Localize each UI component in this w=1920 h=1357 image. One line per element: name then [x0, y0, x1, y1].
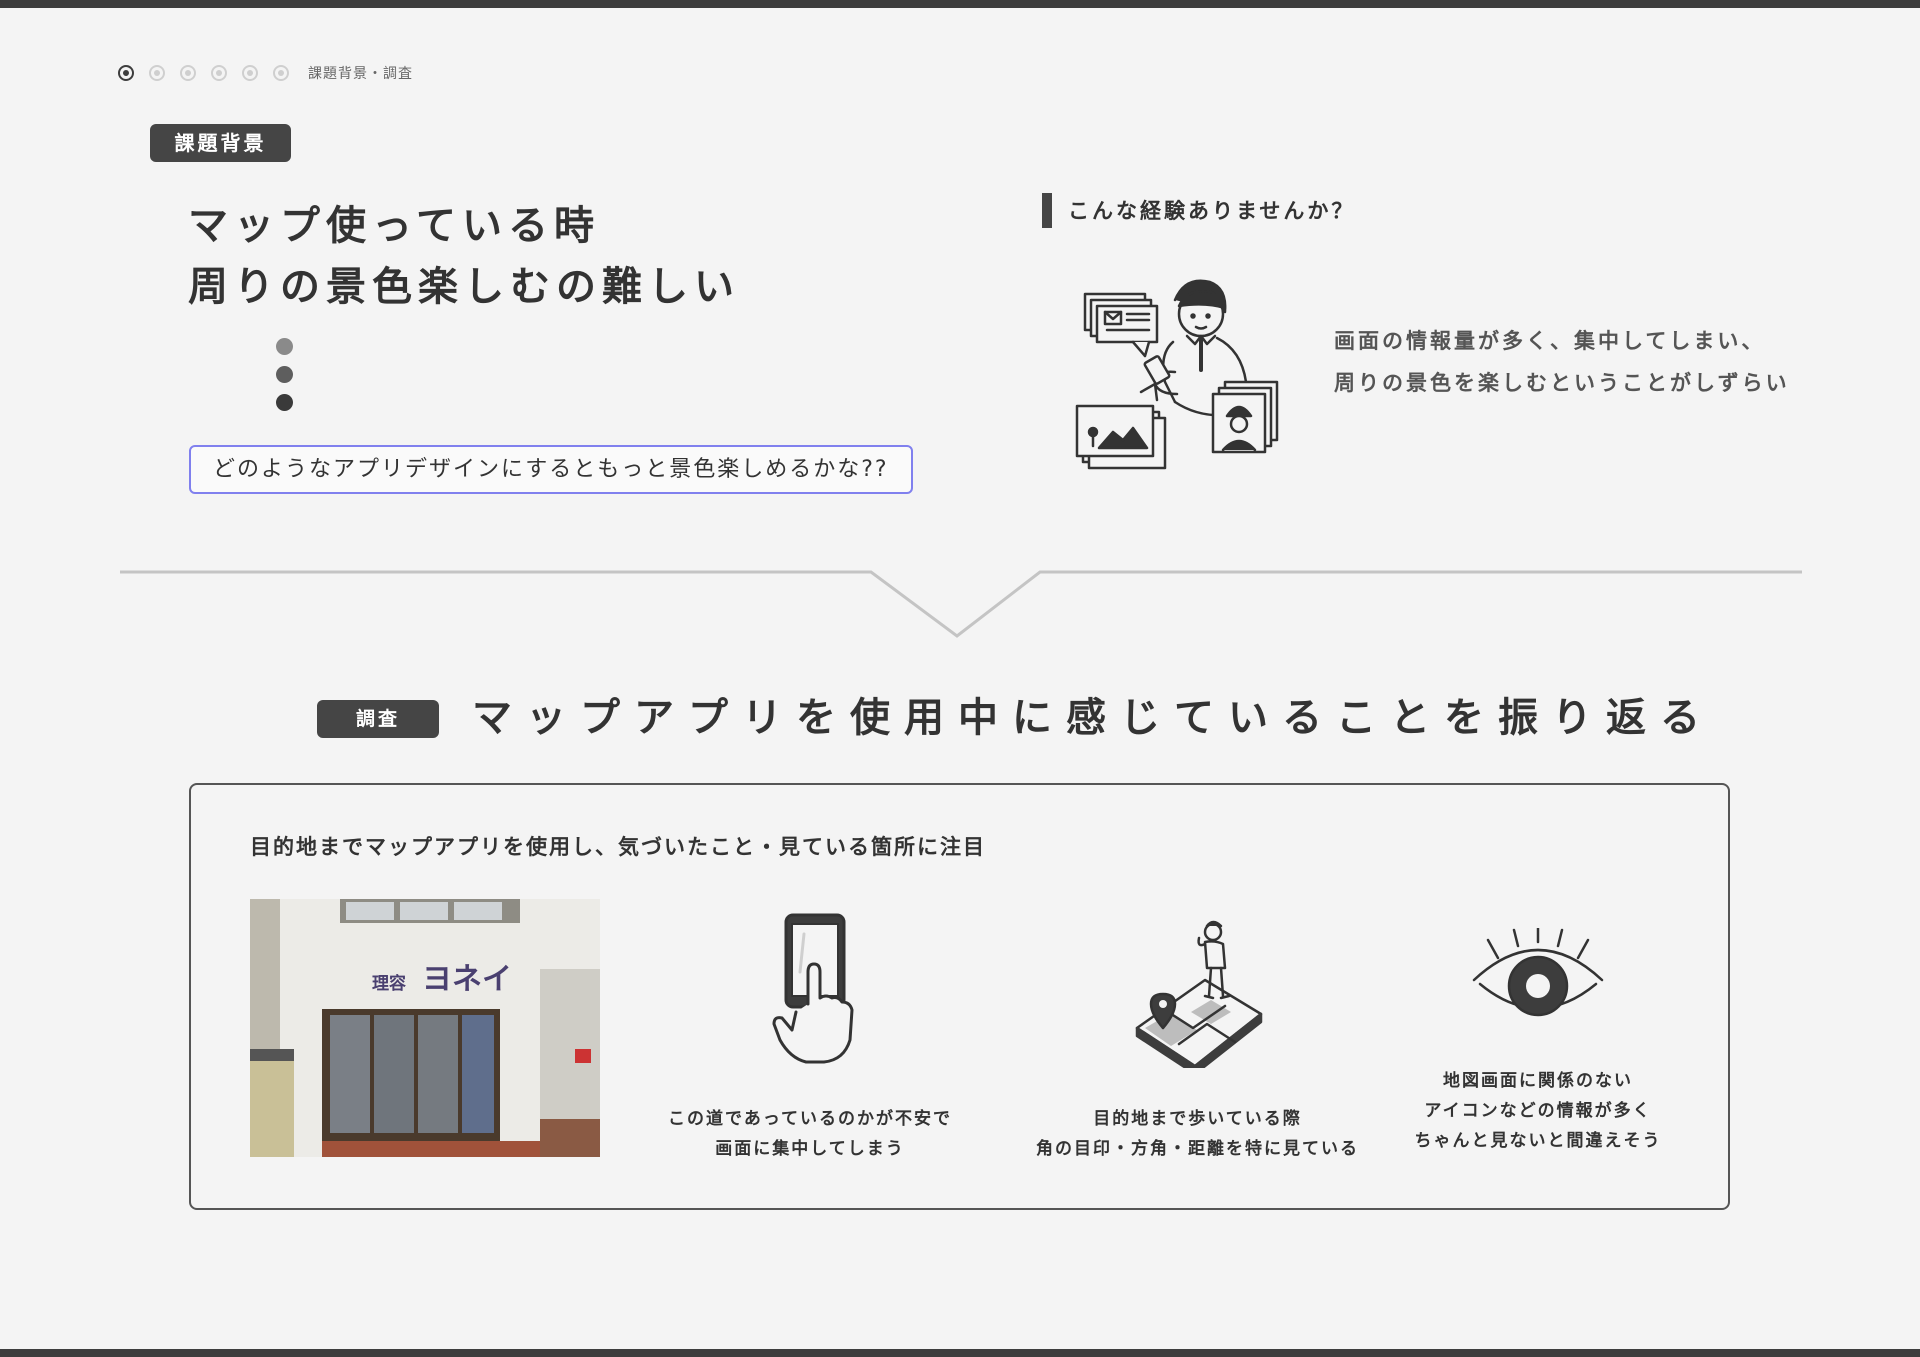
storefront-photo: 理容 ヨネイ — [250, 899, 600, 1157]
finding-caption-2: 目的地まで歩いている際 角の目印・方角・距離を特に見ている — [1036, 1109, 1359, 1159]
progress-step-6[interactable] — [273, 65, 289, 81]
experience-desc-line-2: 周りの景色を楽しむということがしずらい — [1334, 371, 1790, 395]
photo-sign-large: ヨネイ — [422, 962, 512, 997]
progress-label: 課題背景・調査 — [308, 66, 413, 82]
headline-line-2: 周りの景色楽しむの難しい — [188, 264, 740, 310]
progress-step-5[interactable] — [242, 65, 258, 81]
progress-step-3[interactable] — [180, 65, 196, 81]
survey-title: マップアプリを使用中に感じていることを振り返る — [472, 695, 1714, 741]
experience-desc-line-1: 画面の情報量が多く、集中してしまい、 — [1334, 329, 1766, 353]
background-tag: 課題背景 — [150, 124, 291, 162]
smartphone-tap-icon — [772, 913, 854, 1064]
dot-medium — [276, 366, 293, 383]
progress-step-4[interactable] — [211, 65, 227, 81]
progress-step-1[interactable] — [118, 65, 134, 81]
vertical-dots — [276, 338, 293, 422]
question-box: どのようなアプリデザインにするともっと景色楽しめるかな?? — [189, 445, 913, 494]
section-divider — [120, 570, 1802, 638]
finding-caption-1: この道であっているのかが不安で 画面に集中してしまう — [668, 1109, 952, 1159]
top-bar — [0, 0, 1920, 8]
experience-description: 画面の情報量が多く、集中してしまい、 周りの景色を楽しむということがしずらい — [1334, 320, 1790, 404]
photo-sign-small: 理容 — [372, 973, 406, 994]
headline-line-1: マップ使っている時 — [188, 203, 600, 249]
person-on-map-icon — [1135, 920, 1263, 1068]
finding-caption-3: 地図画面に関係のない アイコンなどの情報が多く ちゃんと見ないと間違えそう — [1414, 1071, 1662, 1151]
eye-icon — [1472, 928, 1604, 1017]
survey-intro: 目的地までマップアプリを使用し、気づいたこと・見ている箇所に注目 — [250, 835, 986, 859]
bottom-bar — [0, 1349, 1920, 1357]
experience-title: こんな経験ありませんか？ — [1068, 199, 1356, 223]
headline: マップ使っている時 周りの景色楽しむの難しい — [188, 196, 740, 318]
dot-light — [276, 338, 293, 355]
person-overloaded-icon — [1075, 279, 1279, 470]
progress-indicator: 課題背景・調査 — [118, 63, 413, 83]
progress-step-2[interactable] — [149, 65, 165, 81]
survey-tag: 調査 — [317, 700, 439, 738]
experience-accent-bar — [1042, 193, 1052, 228]
dot-dark — [276, 394, 293, 411]
